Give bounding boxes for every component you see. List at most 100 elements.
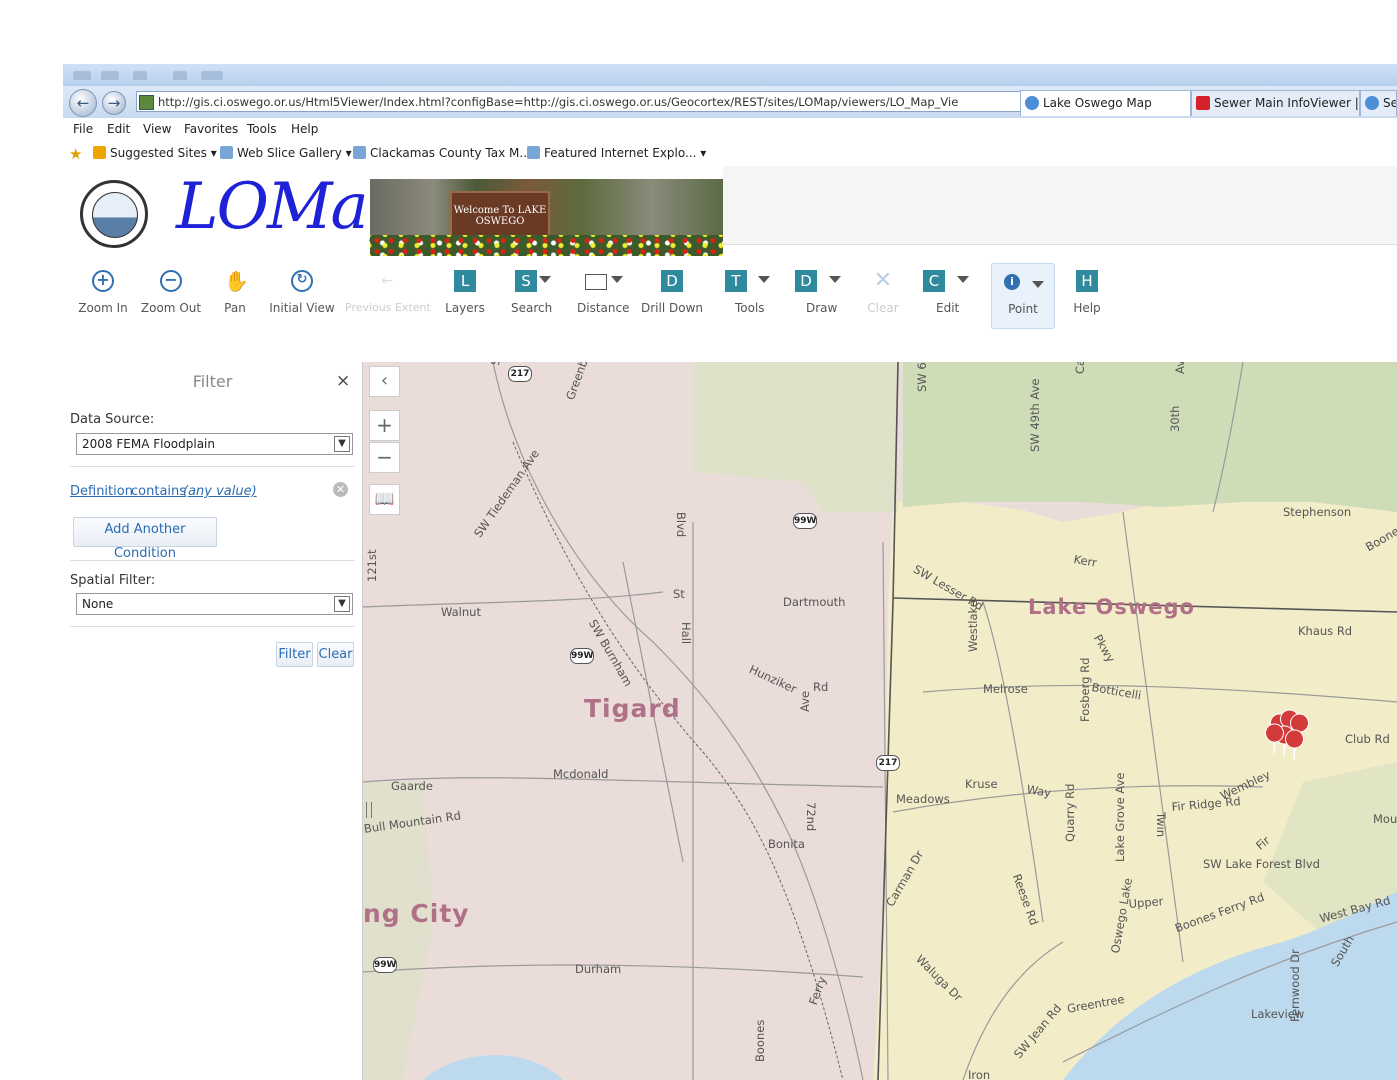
clear-button[interactable]: ✕ Clear [867, 264, 899, 322]
toolbar-label: Pan [224, 301, 246, 315]
tools-button[interactable]: T Tools [723, 264, 773, 322]
address-bar[interactable]: http://gis.ci.oswego.or.us/Html5Viewer/I… [136, 91, 1082, 112]
bing-icon [93, 146, 106, 159]
fav-suggested-sites[interactable]: Suggested Sites ▾ [93, 146, 217, 160]
street-label: Iron [968, 1068, 991, 1080]
toolbar-label: Zoom Out [140, 301, 202, 315]
drill-down-button[interactable]: D Drill Down [641, 264, 703, 322]
page-icon [527, 146, 540, 159]
info-point-icon: i [1004, 274, 1020, 290]
zoom-in-button[interactable]: + Zoom In [73, 264, 133, 322]
menu-favorites[interactable]: Favorites [184, 122, 238, 136]
street-label: 72nd [804, 802, 818, 832]
chevron-down-icon[interactable] [829, 276, 841, 283]
chevron-down-icon[interactable]: ▼ [334, 436, 350, 452]
draw-button[interactable]: D Draw [795, 264, 845, 322]
forward-button[interactable]: → [102, 91, 126, 115]
collapse-panel-chevron-icon[interactable]: ‹ [369, 366, 400, 397]
tab-label: Sewer Main InfoViewer | I... [1214, 96, 1359, 110]
menu-view[interactable]: View [143, 122, 171, 136]
favorites-star-icon[interactable]: ★ [69, 145, 82, 163]
initial-view-button[interactable]: ↻ Initial View [265, 264, 339, 322]
add-condition-button[interactable]: Add Another Condition [73, 517, 217, 561]
condition-operator-link[interactable]: contains [131, 484, 186, 499]
highway-shield: 99W [570, 648, 594, 664]
distance-button[interactable]: Distance [573, 264, 629, 322]
spatial-filter-select[interactable]: None ▼ [76, 593, 353, 615]
edit-icon: C [923, 270, 945, 292]
address-url[interactable]: http://gis.ci.oswego.or.us/Html5Viewer/I… [158, 95, 958, 109]
site-favicon-icon [139, 95, 154, 110]
zoom-out-icon: − [160, 270, 182, 292]
filter-button[interactable]: Filter [276, 642, 313, 667]
page-icon [353, 146, 366, 159]
chevron-down-icon[interactable]: ▼ [334, 596, 350, 612]
chevron-down-icon[interactable] [758, 276, 770, 283]
street-label: Blvd [674, 512, 688, 538]
panel-title: Filter [192, 372, 233, 391]
toolbar-label: Point [1008, 302, 1038, 316]
header-filler [723, 166, 1397, 245]
tab-overflow[interactable]: Se [1360, 90, 1397, 116]
street-label: Ave [798, 690, 812, 712]
street-label: Bonita [768, 837, 805, 851]
fav-label: Suggested Sites ▾ [110, 146, 217, 160]
condition-field-link[interactable]: Definition [70, 484, 133, 499]
close-icon[interactable]: × [336, 371, 350, 391]
street-label: Quarry Rd [1063, 783, 1077, 842]
menu-tools[interactable]: Tools [247, 122, 277, 136]
back-button[interactable]: ← [69, 89, 97, 117]
street-label: Rd [813, 680, 829, 694]
menu-file[interactable]: File [73, 122, 93, 136]
chevron-down-icon[interactable] [611, 276, 623, 283]
map-view[interactable]: Lake Oswego Tigard ng City 217 99W 99W 2… [363, 362, 1397, 1080]
chevron-down-icon[interactable] [1032, 281, 1044, 288]
toolbar-label: Search [511, 301, 553, 315]
toolbar: + Zoom In − Zoom Out ✋ Pan ↻ Initial Vie… [63, 256, 1397, 363]
ruler-icon [585, 274, 607, 290]
sign-text: Welcome To LAKE OSWEGO [453, 205, 547, 227]
condition-value-link[interactable]: (any value) [183, 484, 257, 499]
clear-filter-button[interactable]: Clear [317, 642, 354, 667]
street-label: SW Lake Forest Blvd [1203, 857, 1320, 871]
chevron-down-icon[interactable] [539, 276, 551, 283]
bookmark-book-icon[interactable]: 📖 [369, 484, 400, 515]
previous-extent-button[interactable]: ← Previous Extent [345, 264, 431, 322]
tab-sewer-main[interactable]: Sewer Main InfoViewer | I... [1191, 90, 1360, 116]
menu-edit[interactable]: Edit [107, 122, 130, 136]
search-button[interactable]: S Search [503, 264, 555, 322]
street-label: 121st [365, 549, 379, 582]
help-button[interactable]: H Help [1069, 264, 1105, 322]
fav-featured-ie[interactable]: Featured Internet Explo... ▾ [527, 146, 706, 160]
zoom-out-button[interactable]: − Zoom Out [139, 264, 203, 322]
fav-clackamas-tax[interactable]: Clackamas County Tax M... [353, 146, 531, 160]
street-label: Mcdonald [553, 767, 609, 781]
back-arrow-icon: ← [381, 273, 393, 289]
fav-web-slice-gallery[interactable]: Web Slice Gallery ▾ [220, 146, 352, 160]
point-button[interactable]: i Point [991, 263, 1055, 329]
chevron-down-icon[interactable] [957, 276, 969, 283]
street-label: Melrose [983, 682, 1028, 696]
toolbar-label: Layers [445, 301, 485, 315]
map-zoom-in-icon[interactable]: + [369, 410, 400, 441]
map-zoom-out-icon[interactable]: − [369, 442, 400, 473]
highway-shield: 99W [793, 513, 817, 529]
favorites-bar: ★ Suggested Sites ▾ Web Slice Gallery ▾ … [63, 140, 1397, 167]
location-marker-cluster[interactable] [1261, 702, 1321, 772]
help-icon: H [1076, 270, 1098, 292]
layers-button[interactable]: L Layers [443, 264, 487, 322]
data-source-select[interactable]: 2008 FEMA Floodplain ▼ [76, 433, 353, 455]
toolbar-label: Drill Down [641, 301, 703, 315]
street-label: Fernwood Dr [1288, 949, 1302, 1022]
toolbar-label: Clear [867, 301, 899, 315]
panel-resize-handle[interactable] [366, 802, 372, 818]
menu-help[interactable]: Help [291, 122, 318, 136]
pan-button[interactable]: ✋ Pan [215, 264, 255, 322]
tab-lake-oswego-map[interactable]: Lake Oswego Map [1020, 90, 1191, 116]
refresh-icon: ↻ [291, 270, 313, 292]
edit-button[interactable]: C Edit [923, 264, 973, 322]
remove-condition-icon[interactable]: ✕ [333, 482, 348, 497]
toolbar-label: Draw [806, 301, 838, 315]
street-label: Khaus Rd [1298, 624, 1353, 638]
fav-label: Featured Internet Explo... ▾ [544, 146, 707, 160]
